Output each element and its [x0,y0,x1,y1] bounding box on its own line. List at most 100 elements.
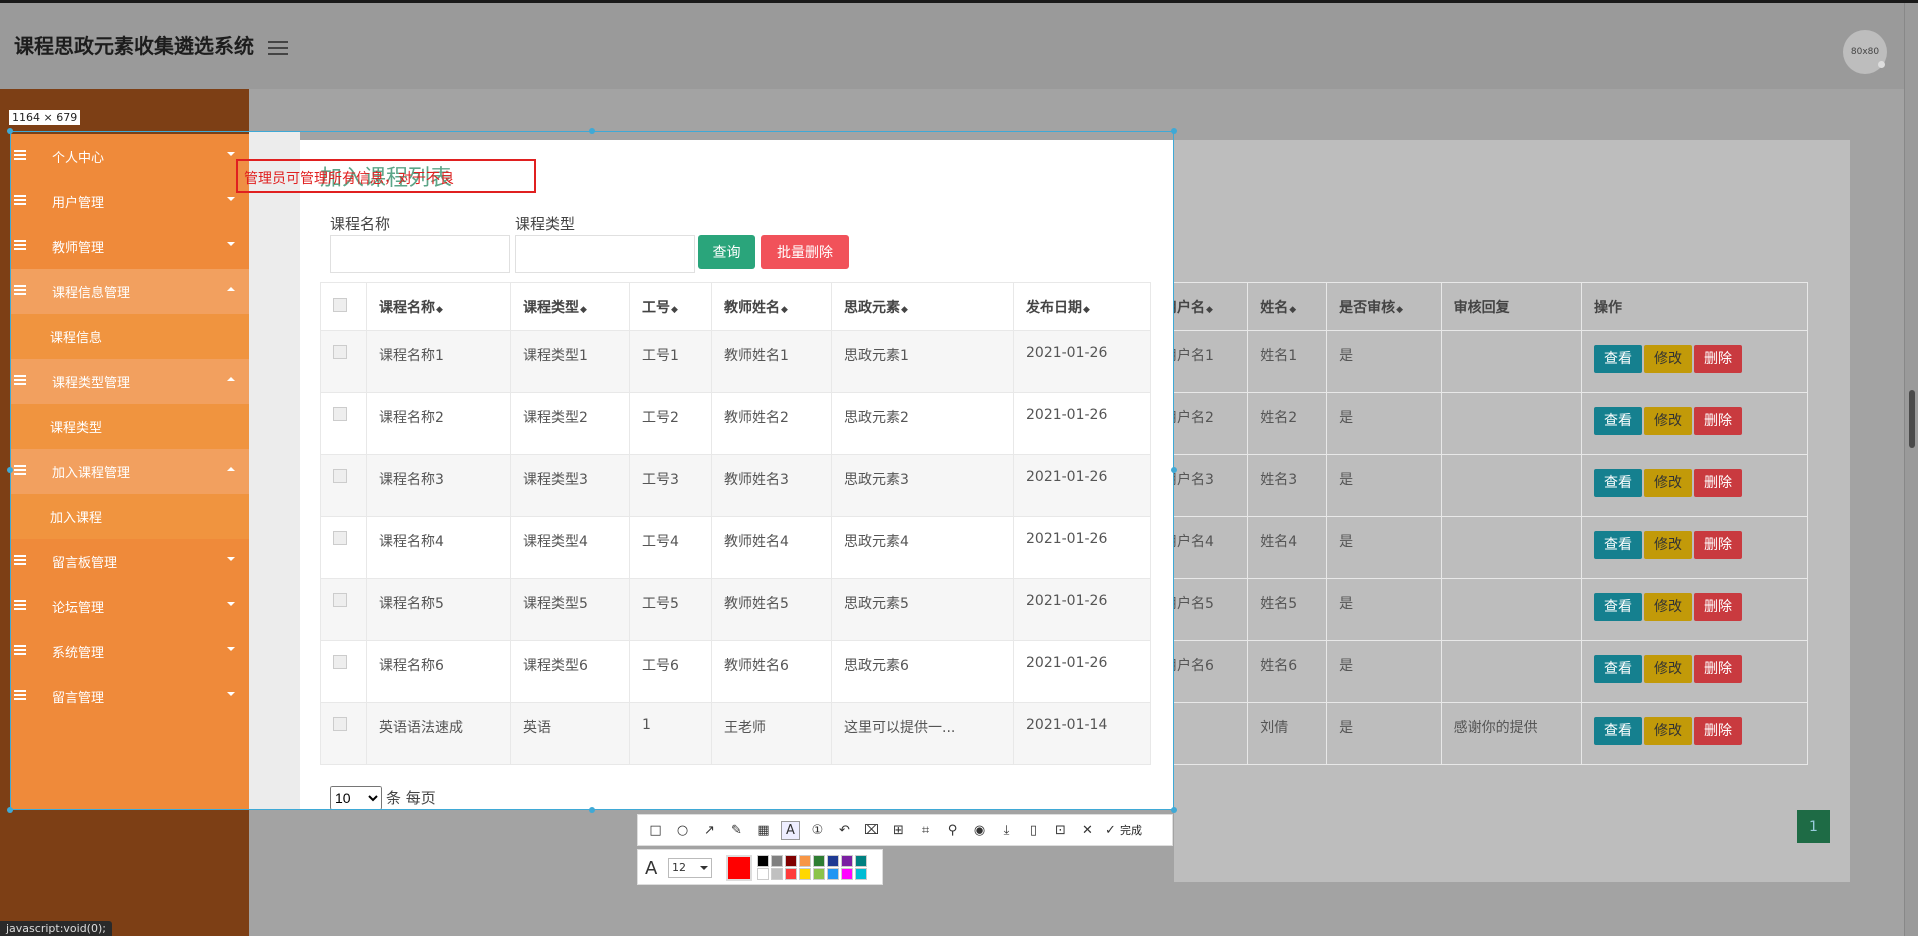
color-palette [757,855,868,880]
cell-actions: 查看 修改 删除 [1581,330,1808,393]
resize-handle[interactable] [7,807,13,813]
page-scrollbar-thumb[interactable] [1909,390,1915,448]
current-color-swatch[interactable] [726,855,752,881]
phone-icon[interactable]: ▯ [1024,821,1043,840]
view-button[interactable]: 查看 [1594,655,1643,683]
cell-username: 用户名2 [1174,392,1249,455]
color-swatch[interactable] [855,868,867,880]
view-button[interactable]: 查看 [1594,593,1643,621]
view-button[interactable]: 查看 [1594,717,1643,745]
edit-button[interactable]: 修改 [1644,593,1693,621]
cell-actions: 查看 修改 删除 [1581,392,1808,455]
cell-reviewed: 是 [1326,578,1442,641]
cell-review-reply [1440,454,1583,517]
edit-button[interactable]: 修改 [1644,531,1693,559]
capture-selection-frame[interactable] [10,131,1174,810]
color-swatch[interactable] [813,868,825,880]
undo-icon[interactable]: ↶ [835,821,854,840]
page-scrollbar[interactable] [1904,3,1918,936]
color-swatch[interactable] [827,855,839,867]
rectangle-tool-icon[interactable]: □ [646,821,665,840]
resize-handle[interactable] [589,128,595,134]
resize-handle[interactable] [7,128,13,134]
cell-reviewed: 是 [1326,454,1442,517]
color-swatch[interactable] [799,868,811,880]
delete-button[interactable]: 删除 [1694,593,1743,621]
close-icon[interactable]: ✕ [1078,821,1097,840]
col-reviewed[interactable]: 是否审核◆ [1326,282,1442,331]
resize-handle[interactable] [1171,807,1177,813]
cell-actions: 查看 修改 删除 [1581,454,1808,517]
sort-icon[interactable]: ◆ [1289,305,1296,315]
edit-button[interactable]: 修改 [1644,469,1693,497]
edit-button[interactable]: 修改 [1644,345,1693,373]
text-annotation-box[interactable]: 管理员可管理所有信息，对于不良 [236,159,536,193]
cell-name: 刘倩 [1247,702,1328,765]
text-tool-icon[interactable]: A [781,820,800,840]
selection-size-label: 1164 × 679 [9,110,81,125]
ocr-icon[interactable]: ⊞ [889,821,908,840]
bookmark-icon[interactable]: ⊡ [1051,821,1070,840]
delete-button[interactable]: 删除 [1694,407,1743,435]
color-swatch[interactable] [841,868,853,880]
color-swatch[interactable] [813,855,825,867]
color-swatch[interactable] [771,855,783,867]
mosaic-tool-icon[interactable]: ▦ [754,821,773,840]
color-swatch[interactable] [771,868,783,880]
col-username[interactable]: 用户名◆ [1174,282,1249,331]
edit-button[interactable]: 修改 [1644,655,1693,683]
scan-icon[interactable]: ⌗ [916,821,935,840]
delete-button[interactable]: 删除 [1694,655,1743,683]
view-button[interactable]: 查看 [1594,469,1643,497]
pin-icon[interactable]: ⚲ [943,821,962,840]
view-button[interactable]: 查看 [1594,407,1643,435]
table-row: 用户名3 姓名3 是 查看修改删除 [1174,454,1808,517]
ellipse-tool-icon[interactable]: ○ [673,821,692,840]
cell-review-reply: 感谢你的提供 [1440,702,1583,765]
pen-tool-icon[interactable]: ✎ [727,821,746,840]
cell-username: 用户名4 [1174,516,1249,579]
table-row: 用户名6 姓名6 是 查看修改删除 [1174,640,1808,703]
color-swatch[interactable] [757,855,769,867]
delete-button[interactable]: 删除 [1694,717,1743,745]
resize-handle[interactable] [1171,128,1177,134]
app-header: 课程思政元素收集遴选系统 80x80 [0,3,1918,89]
record-icon[interactable]: ◉ [970,821,989,840]
done-button[interactable]: ✓ 完成 [1105,821,1142,840]
number-tool-icon[interactable]: ① [808,821,827,840]
resize-handle[interactable] [589,807,595,813]
download-icon[interactable]: ⤓ [997,821,1016,840]
translate-icon[interactable]: ⌧ [862,821,881,840]
table-header-row: 用户名◆ 姓名◆ 是否审核◆ 审核回复 操作 [1174,282,1808,331]
delete-button[interactable]: 删除 [1694,531,1743,559]
color-swatch[interactable] [785,868,797,880]
edit-button[interactable]: 修改 [1644,717,1693,745]
cell-name: 姓名4 [1247,516,1328,579]
sort-icon[interactable]: ◆ [1206,305,1213,315]
color-swatch[interactable] [855,855,867,867]
text-annotation[interactable]: 管理员可管理所有信息，对于不良 [244,168,454,188]
sort-icon[interactable]: ◆ [1396,305,1403,315]
col-review-reply: 审核回复 [1440,282,1583,331]
color-swatch[interactable] [799,855,811,867]
cell-review-reply [1440,392,1583,455]
menu-toggle-icon[interactable] [268,41,288,57]
delete-button[interactable]: 删除 [1694,345,1743,373]
arrow-tool-icon[interactable]: ↗ [700,821,719,840]
delete-button[interactable]: 删除 [1694,469,1743,497]
table-continuation: 用户名◆ 姓名◆ 是否审核◆ 审核回复 操作 用户名1 姓名1 是 查看修改删除… [1174,282,1832,768]
cell-review-reply [1440,330,1583,393]
color-swatch[interactable] [757,868,769,880]
edit-button[interactable]: 修改 [1644,407,1693,435]
resize-handle[interactable] [7,467,13,473]
color-swatch[interactable] [841,855,853,867]
color-swatch[interactable] [785,855,797,867]
view-button[interactable]: 查看 [1594,345,1643,373]
chevron-down-icon[interactable] [700,866,708,870]
color-swatch[interactable] [827,868,839,880]
resize-handle[interactable] [1171,467,1177,473]
col-name[interactable]: 姓名◆ [1247,282,1328,331]
cell-name: 姓名5 [1247,578,1328,641]
view-button[interactable]: 查看 [1594,531,1643,559]
page-1-button[interactable]: 1 [1797,810,1830,843]
